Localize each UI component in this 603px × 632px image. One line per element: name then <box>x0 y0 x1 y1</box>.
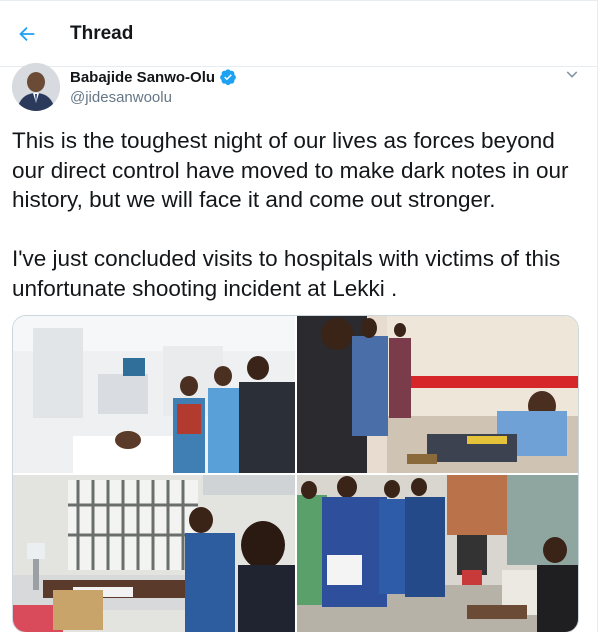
hospital-corridor-photo[interactable] <box>297 475 578 632</box>
thread-header: Thread <box>0 1 598 67</box>
author-handle[interactable]: @jidesanwoolu <box>70 89 172 106</box>
thread-view: Thread Babajide Sanwo-Olu @jidesanwoolu … <box>0 0 598 632</box>
avatar[interactable] <box>12 63 60 111</box>
tweet-paragraph-1: This is the toughest night of our lives … <box>12 128 575 212</box>
media-grid <box>12 315 579 632</box>
author-name-row: Babajide Sanwo-Olu <box>70 68 237 86</box>
chevron-down-icon[interactable] <box>562 65 582 85</box>
tweet-text: This is the toughest night of our lives … <box>12 126 592 303</box>
hospital-ward-photo[interactable] <box>13 316 295 473</box>
verified-badge-icon <box>220 69 236 86</box>
injured-man-on-bed-photo[interactable] <box>297 316 578 473</box>
tweet-paragraph-2: I've just concluded visits to hospitals … <box>12 246 567 301</box>
page-title: Thread <box>70 23 134 44</box>
patient-on-stretcher-photo[interactable] <box>13 475 295 632</box>
back-button[interactable] <box>12 19 42 49</box>
arrow-left-icon <box>19 26 35 42</box>
author-name[interactable]: Babajide Sanwo-Olu <box>70 69 215 86</box>
